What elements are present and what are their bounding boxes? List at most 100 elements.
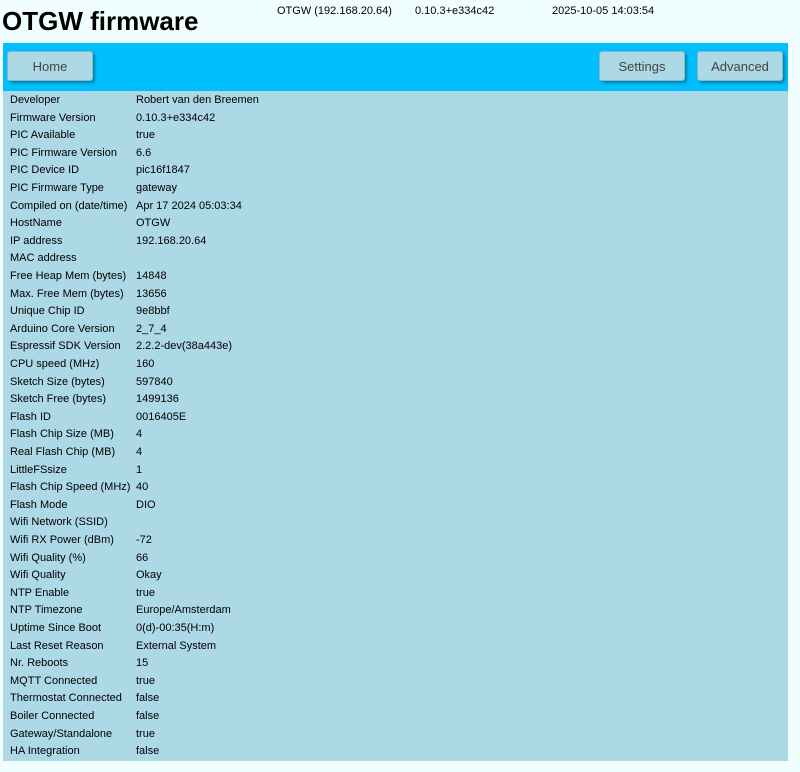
info-value: 192.168.20.64: [136, 234, 207, 247]
info-value: 6.6: [136, 146, 152, 159]
info-label: LittleFSsize: [10, 463, 67, 476]
info-row: Thermostat Connected false: [3, 690, 788, 708]
info-value: 2.2.2-dev(38a443e): [136, 340, 233, 353]
info-value: true: [136, 129, 155, 142]
info-row: Wifi RX Power (dBm) -72: [3, 532, 788, 550]
info-value: 0.10.3+e334c42: [136, 111, 216, 124]
info-label: Wifi Quality: [10, 569, 66, 582]
firmware-version-header: 0.10.3+e334c42: [415, 5, 495, 17]
info-value: true: [136, 586, 155, 599]
info-row: PIC Device ID pic16f1847: [3, 162, 788, 180]
device-info-table: Developer Robert van den Breemen Firmware …: [3, 91, 788, 761]
info-row: Wifi Quality (%) 66: [3, 550, 788, 568]
info-value: Apr 17 2024 05:03:34: [136, 199, 242, 212]
info-label: Flash Chip Size (MB): [10, 428, 114, 441]
info-row: IP address 192.168.20.64: [3, 233, 788, 251]
info-value: Robert van den Breemen: [136, 94, 259, 106]
info-value: 0016405E: [136, 410, 187, 423]
info-value: Okay: [136, 569, 162, 582]
info-value: DIO: [136, 498, 156, 511]
page-title: OTGW firmware: [2, 6, 199, 36]
info-row: CPU speed (MHz) 160: [3, 356, 788, 374]
info-label: Last Reset Reason: [10, 639, 104, 652]
info-row: NTP Enable true: [3, 585, 788, 603]
info-value: 4: [136, 428, 143, 441]
info-value: 14848: [136, 270, 167, 282]
info-row: Espressif SDK Version 2.2.2-dev(38a443e): [3, 338, 788, 356]
info-row: Gateway/Standalone true: [3, 726, 788, 744]
info-row: PIC Available true: [3, 127, 788, 145]
info-value: true: [136, 674, 155, 687]
info-label: PIC Device ID: [10, 164, 80, 177]
info-value: 597840: [136, 375, 173, 388]
info-label: PIC Firmware Version: [10, 146, 117, 159]
info-value: 4: [136, 446, 143, 458]
info-value: 1499136: [136, 393, 179, 406]
info-label: NTP Enable: [10, 586, 70, 599]
page: OTGW firmware OTGW (192.168.20.64) 0.10.…: [0, 0, 800, 772]
info-row: Boiler Connected false: [3, 708, 788, 726]
info-row: Firmware Version 0.10.3+e334c42: [3, 110, 788, 128]
info-label: HA Integration: [10, 745, 80, 758]
info-row: Free Heap Mem (bytes) 14848: [3, 268, 788, 286]
info-label: Flash Chip Speed (MHz): [10, 481, 131, 494]
info-label: Sketch Size (bytes): [10, 375, 105, 388]
info-row: Compiled on (date/time) Apr 17 2024 05:03…: [3, 198, 788, 216]
settings-button[interactable]: Settings: [599, 51, 685, 81]
info-label: Wifi Network (SSID): [10, 516, 108, 529]
info-value: 13656: [136, 287, 167, 300]
info-label: Thermostat Connected: [10, 692, 122, 705]
info-row: Max. Free Mem (bytes) 13656: [3, 286, 788, 304]
info-label: MQTT Connected: [10, 674, 98, 687]
info-row: Unique Chip ID 9e8bbf: [3, 303, 788, 321]
info-label: PIC Firmware Type: [10, 182, 104, 194]
info-label: Max. Free Mem (bytes): [10, 287, 124, 300]
info-value: 9e8bbf: [136, 305, 170, 318]
info-value: Europe/Amsterdam: [136, 604, 231, 617]
info-label: Unique Chip ID: [10, 305, 85, 318]
info-value: true: [136, 727, 155, 740]
info-row: Flash ID 0016405E: [3, 409, 788, 427]
device-name: OTGW (192.168.20.64): [277, 5, 392, 17]
info-label: Flash ID: [10, 410, 51, 423]
info-row: LittleFSsize 1: [3, 462, 788, 480]
advanced-button[interactable]: Advanced: [697, 51, 783, 81]
info-row: PIC Firmware Version 6.6: [3, 145, 788, 163]
info-row: MAC address: [3, 250, 788, 268]
info-row: Arduino Core Version 2_7_4: [3, 321, 788, 339]
info-value: 40: [136, 481, 149, 494]
info-label: NTP Timezone: [10, 604, 83, 617]
info-row: MQTT Connected true: [3, 673, 788, 691]
info-value: 1: [136, 463, 143, 476]
info-value: OTGW: [136, 217, 171, 230]
info-row: Sketch Size (bytes) 597840: [3, 374, 788, 392]
info-label: CPU speed (MHz): [10, 358, 100, 370]
info-label: Wifi RX Power (dBm): [10, 534, 114, 546]
info-label: IP address: [10, 234, 63, 247]
info-value: -72: [136, 534, 152, 546]
home-button[interactable]: Home: [7, 51, 93, 81]
info-label: Gateway/Standalone: [10, 727, 113, 740]
info-row: Nr. Reboots 15: [3, 655, 788, 673]
info-label: Sketch Free (bytes): [10, 393, 106, 406]
info-row: Flash Chip Speed (MHz) 40: [3, 479, 788, 497]
info-label: Arduino Core Version: [10, 322, 115, 335]
info-label: Free Heap Mem (bytes): [10, 270, 127, 282]
info-label: PIC Available: [10, 129, 76, 142]
info-row: NTP Timezone Europe/Amsterdam: [3, 602, 788, 620]
info-row: Uptime Since Boot 0(d)-00:35(H:m): [3, 620, 788, 638]
info-label: Compiled on (date/time): [10, 199, 128, 212]
navbar: Home Settings Advanced: [3, 43, 788, 91]
info-row: HostName OTGW: [3, 215, 788, 233]
info-row: PIC Firmware Type gateway: [3, 180, 788, 198]
info-value: 2_7_4: [136, 322, 167, 335]
info-value: false: [136, 692, 160, 705]
info-value: pic16f1847: [136, 164, 190, 177]
info-label: Boiler Connected: [10, 710, 95, 722]
info-label: Nr. Reboots: [10, 657, 69, 670]
info-row: Wifi Quality Okay: [3, 567, 788, 585]
info-row: Flash Mode DIO: [3, 497, 788, 515]
info-label: Uptime Since Boot: [10, 622, 102, 634]
info-value: false: [136, 710, 160, 722]
info-label: Developer: [10, 94, 61, 106]
